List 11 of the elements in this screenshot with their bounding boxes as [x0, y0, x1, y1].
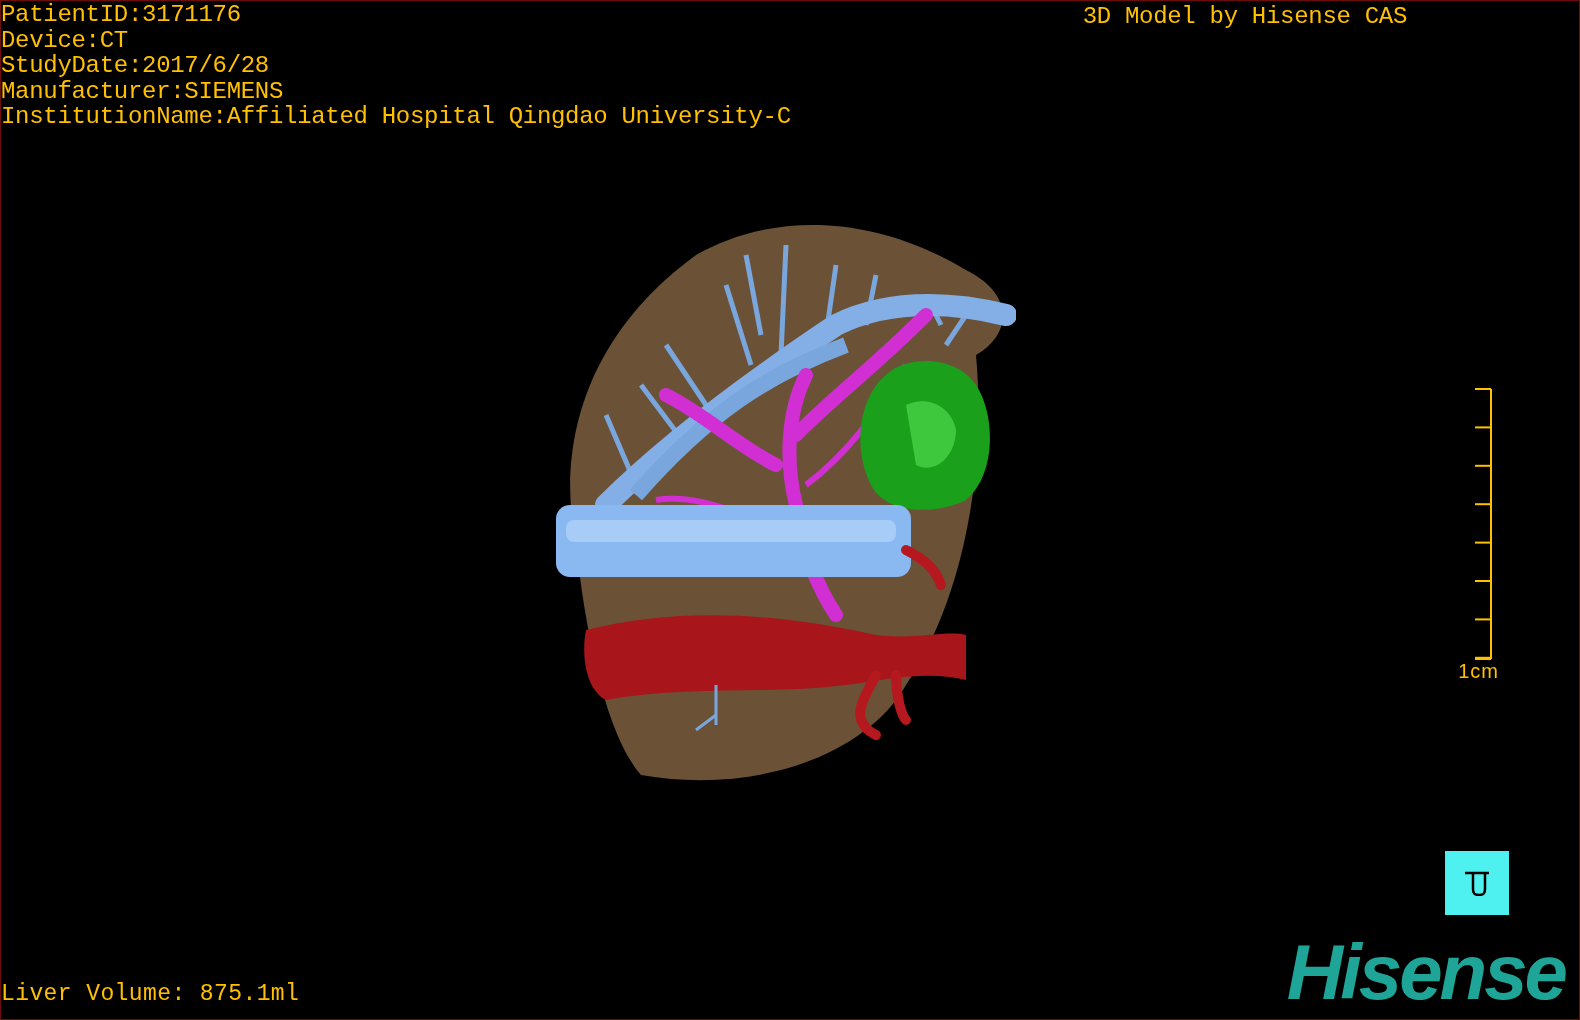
brand-logo: Hisense — [1286, 939, 1567, 1005]
study-info-text: Manufacturer:SIEMENS — [1, 78, 284, 104]
bracket-icon — [1464, 870, 1490, 896]
tool-button[interactable] — [1445, 851, 1509, 915]
study-info-text: StudyDate:2017/6/28 — [1, 53, 269, 79]
study-info-text: PatientID:3171176 — [1, 2, 241, 28]
study-info-text: Device:CT — [1, 27, 128, 53]
study-info-text: InstitutionName:Affiliated Hospital Qingdao University-C — [1, 104, 791, 130]
model-title: 3D Model by Hisense CAS — [1082, 2, 1407, 32]
scale-label: 1cm — [1458, 659, 1499, 682]
liver-volume-text: Liver Volume: 875.1ml — [1, 981, 300, 1007]
